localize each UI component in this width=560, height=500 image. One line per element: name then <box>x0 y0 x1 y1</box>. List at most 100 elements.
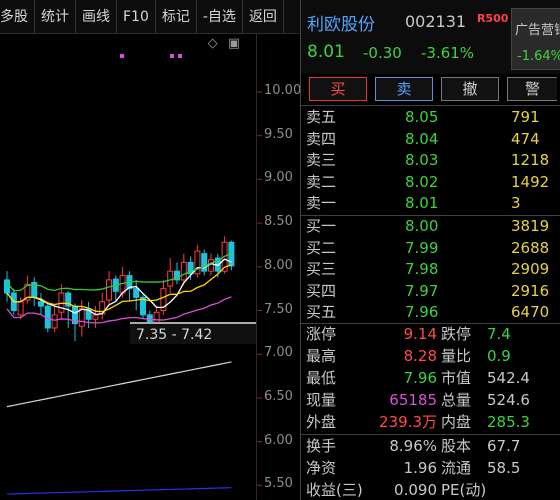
stat-row: 净资 1.96 流通 58.5 <box>301 458 560 480</box>
stat-label: 市值 <box>441 369 472 387</box>
diamond-icon[interactable]: ◇ <box>208 36 218 51</box>
toolbar-multi-stock[interactable]: 多股 <box>0 0 35 34</box>
toolbar-back[interactable]: 返回 <box>243 0 284 34</box>
divider <box>301 105 560 106</box>
quote-panel: 利欧股份 002131 R500 8.01 -0.30 -3.61% 广告营销 … <box>300 0 560 500</box>
candle-down <box>201 253 208 272</box>
expand-icon[interactable]: ▣ <box>228 36 240 51</box>
signal-marker <box>170 54 174 58</box>
stat-label: 现量 <box>306 391 337 409</box>
candle-down <box>4 279 10 294</box>
sell-button[interactable]: 卖 <box>375 77 433 101</box>
candlestick-plot[interactable] <box>0 34 300 500</box>
ask-volume: 3 <box>511 194 521 212</box>
price-tick-label: 5.50 <box>264 476 293 492</box>
stat-value: 1.96 <box>403 459 437 477</box>
price-tick-label: 9.50 <box>264 126 293 142</box>
stat-label: 最低 <box>306 369 337 387</box>
price-tick-label: 9.00 <box>264 170 293 186</box>
stat-label: 最高 <box>306 347 337 365</box>
bid-price: 7.96 <box>405 303 439 321</box>
ask-row[interactable]: 卖三 8.03 1218 <box>301 150 560 172</box>
toolbar-remove-watchlist[interactable]: -自选 <box>197 0 243 34</box>
alert-button[interactable]: 警 <box>507 77 557 101</box>
candle-up <box>167 270 174 287</box>
cancel-order-button[interactable]: 撤 <box>441 77 499 101</box>
ask-row[interactable]: 卖五 8.05 791 <box>301 107 560 129</box>
toolbar-draw-line[interactable]: 画线 <box>76 0 117 34</box>
signal-marker <box>120 54 124 58</box>
ask-label: 卖一 <box>306 194 337 212</box>
price-change: -0.30 <box>363 44 402 62</box>
kline-chart[interactable]: 10.00 9.50 9.00 8.50 8.00 7.50 7.00 6.50 6.00 5.5… <box>0 34 302 500</box>
stat-value: 7.4 <box>487 325 511 343</box>
stat-row: 最高 8.28 量比 0.9 <box>301 346 560 368</box>
stat-label: 内盘 <box>441 413 472 431</box>
stat-label: 流通 <box>441 459 472 477</box>
bid-label: 买一 <box>306 217 337 235</box>
bid-price: 8.00 <box>405 217 439 235</box>
bid-row[interactable]: 买一 8.00 3819 <box>301 216 560 238</box>
price-tick-label: 7.00 <box>264 345 293 361</box>
candle-down <box>38 301 44 307</box>
ask-price: 8.04 <box>405 129 439 148</box>
ask-row[interactable]: 卖一 8.01 3 <box>301 193 560 215</box>
toolbar-statistics[interactable]: 统计 <box>35 0 76 34</box>
toolbar-f10[interactable]: F10 <box>117 0 156 34</box>
ask-price: 8.03 <box>405 151 439 169</box>
stat-value: 8.28 <box>403 347 437 365</box>
price-tick-label: 6.50 <box>264 388 293 404</box>
range-label: 7.35 - 7.42 <box>130 322 256 344</box>
bid-row[interactable]: 买二 7.99 2688 <box>301 238 560 260</box>
ask-volume: 1218 <box>511 151 550 169</box>
candle-up <box>208 259 214 272</box>
bid-price: 7.98 <box>405 260 439 278</box>
bid-volume: 3819 <box>511 217 550 235</box>
sector-box[interactable]: 广告营销 -1.64% <box>511 8 560 70</box>
r-tag-badge: R500 <box>477 12 509 25</box>
bid-price: 7.99 <box>405 238 439 257</box>
stock-code: 002131 <box>405 12 467 31</box>
stat-value: 9.14 <box>403 325 437 343</box>
stat-row: 涨停 9.14 跌停 7.4 <box>301 324 560 346</box>
bid-row[interactable]: 买四 7.97 2916 <box>301 281 560 303</box>
price-tick-label: 10.00 <box>264 83 302 98</box>
stat-value: 0.9 <box>487 347 511 365</box>
stat-label: 外盘 <box>306 413 337 431</box>
stat-label: 换手 <box>306 437 337 455</box>
bid-row[interactable]: 买三 7.98 2909 <box>301 259 560 281</box>
bid-price: 7.97 <box>405 281 439 300</box>
candle-up <box>92 314 99 320</box>
buy-button[interactable]: 买 <box>309 77 367 101</box>
stock-name[interactable]: 利欧股份 <box>307 10 375 35</box>
bid-label: 买三 <box>306 260 337 278</box>
ask-label: 卖五 <box>306 108 337 126</box>
candle-up <box>51 314 58 329</box>
price-tick-label: 8.50 <box>264 214 293 230</box>
long-ma-line <box>6 361 232 408</box>
ask-price: 8.01 <box>405 194 439 212</box>
bid-row[interactable]: 买五 7.96 6470 <box>301 302 560 324</box>
candle-down <box>133 288 140 298</box>
ask-row[interactable]: 卖四 8.04 474 <box>301 129 560 151</box>
stat-value: 239.3万 <box>379 413 437 431</box>
bid-label: 买四 <box>306 281 337 300</box>
bid-label: 买五 <box>306 303 337 321</box>
candle-up <box>78 308 85 327</box>
stat-value: 542.4 <box>487 369 530 387</box>
chart-icons: ◇ ▣ <box>208 36 240 51</box>
stat-row: 现量 65185 总量 524.6 <box>301 390 560 412</box>
ask-row[interactable]: 卖二 8.02 1492 <box>301 172 560 194</box>
toolbar-mark[interactable]: 标记 <box>156 0 197 34</box>
stat-label: 跌停 <box>441 325 472 343</box>
ask-label: 卖四 <box>306 129 337 148</box>
bid-volume: 2909 <box>511 260 550 278</box>
stat-value: 285.3 <box>487 413 530 431</box>
bid-volume: 2916 <box>511 281 550 300</box>
ask-volume: 1492 <box>511 172 550 191</box>
action-buttons: 买 卖 撤 警 <box>301 74 560 104</box>
stat-label: 股本 <box>441 437 472 455</box>
last-price: 8.01 <box>307 42 345 62</box>
sector-title: 广告营销 <box>515 23 560 38</box>
signal-marker <box>178 54 182 58</box>
